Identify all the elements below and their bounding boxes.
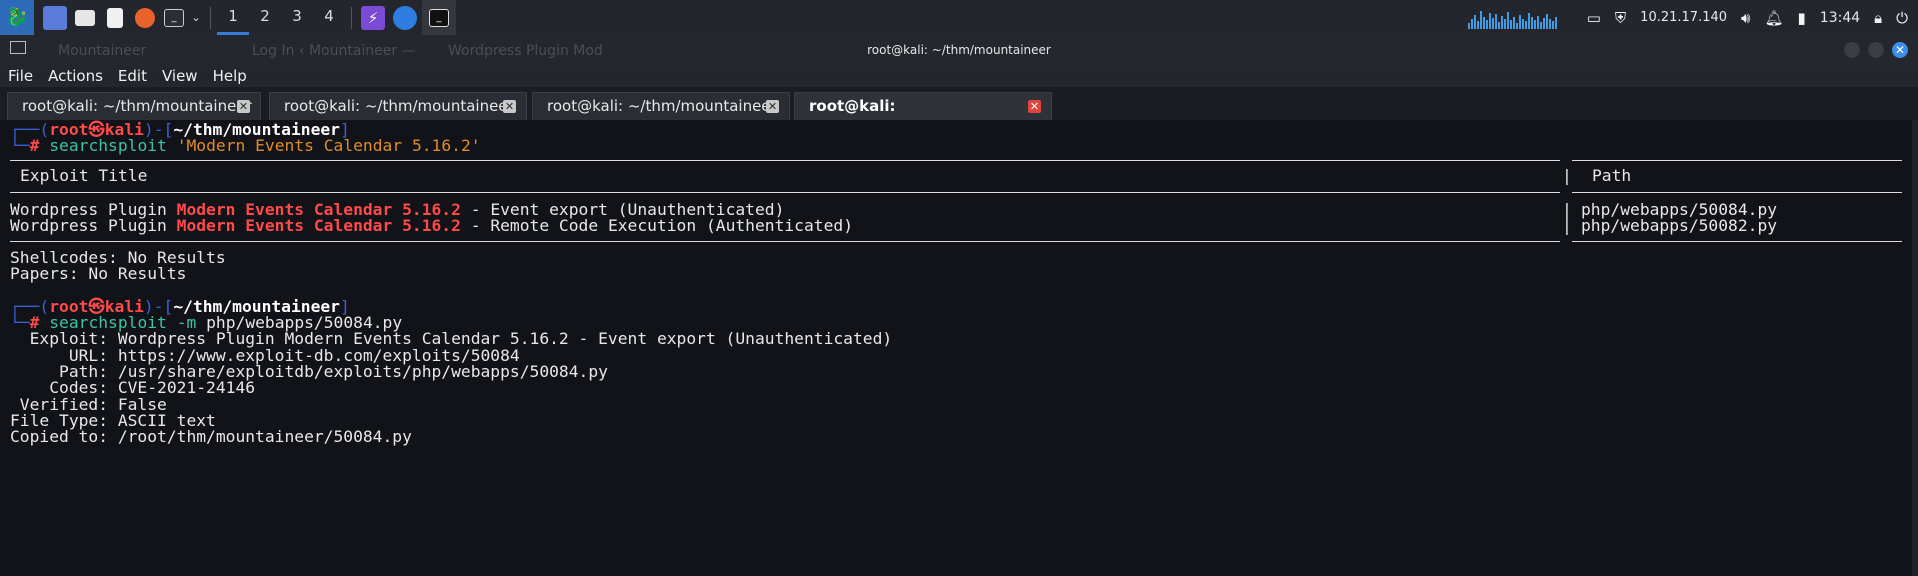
burpsuite-icon[interactable]: ⚡	[358, 0, 388, 35]
chromium-icon[interactable]	[388, 0, 422, 35]
terminal-scrollbar[interactable]	[1912, 120, 1918, 576]
tab-label: root@kali: ~/thm/mountaineer	[284, 97, 514, 115]
menu-actions[interactable]: Actions	[40, 67, 110, 85]
terminal-icon[interactable]: _	[160, 0, 188, 35]
volume-icon[interactable]: 🔊︎	[1741, 9, 1750, 27]
terminal-tab-2[interactable]: root@kali: ~/thm/mountaineer ✕	[269, 92, 527, 120]
column-separator: |	[1562, 166, 1572, 185]
lock-icon[interactable]: 🔒︎	[1874, 9, 1882, 27]
menu-bar: File Actions Edit View Help	[0, 65, 1918, 87]
window-titlebar[interactable]: Mountaineer Log In ‹ Mountaineer — Wordp…	[0, 35, 1918, 65]
tab-label: root@kali: ~/thm/mountaineer	[547, 97, 777, 115]
result-path: php/webapps/50082.py	[1581, 216, 1778, 235]
divider	[1572, 160, 1902, 161]
terminal-output[interactable]: ┌──(root㉿kali)-[~/thm/mountaineer] └─# s…	[0, 120, 1912, 576]
menu-edit[interactable]: Edit	[110, 67, 154, 85]
divider	[10, 241, 1560, 242]
terminal-tab-3[interactable]: root@kali: ~/thm/mountaineer ✕	[532, 92, 790, 120]
show-desktop-icon[interactable]	[40, 0, 70, 35]
divider	[1572, 241, 1902, 242]
firefox-icon[interactable]	[130, 0, 160, 35]
chevron-down-icon[interactable]: ⌄	[188, 0, 204, 35]
column-header-title: Exploit Title	[20, 166, 148, 185]
ip-address: 10.21.17.140	[1640, 10, 1728, 25]
power-icon[interactable]: ⏻	[1896, 9, 1908, 27]
column-separator: |	[1562, 216, 1572, 235]
display-icon[interactable]: ▭	[1587, 9, 1601, 27]
workspace-1[interactable]: 1	[217, 0, 249, 35]
workspace-2[interactable]: 2	[249, 0, 281, 35]
minimize-button[interactable]	[1844, 42, 1860, 58]
terminal-window-icon[interactable]: _	[422, 0, 456, 35]
top-panel: 🐉 _ ⌄ 1 2 3 4 ⚡ _ ▭ ⛨ 10.21.17.140 🔊︎ 🔔︎…	[0, 0, 1918, 35]
tab-close-icon[interactable]: ✕	[766, 100, 779, 113]
terminal-tab-1[interactable]: root@kali: ~/thm/mountaineer ✕	[7, 92, 261, 120]
result-row: Wordpress Plugin Modern Events Calendar …	[10, 216, 853, 235]
divider	[1572, 192, 1902, 193]
terminal-tab-4[interactable]: root@kali: ~/thm/mountaineer✕	[794, 92, 1052, 142]
menu-file[interactable]: File	[0, 67, 40, 85]
maximize-button[interactable]	[1868, 42, 1884, 58]
file-manager-icon[interactable]	[70, 0, 100, 35]
detail-line: Copied to: /root/thm/mountaineer/50084.p…	[10, 427, 412, 446]
text-editor-icon[interactable]	[100, 0, 130, 35]
notification-icon[interactable]: 🔔︎	[1764, 9, 1783, 27]
kali-menu-icon[interactable]: 🐉	[0, 0, 34, 35]
menu-view[interactable]: View	[154, 67, 205, 85]
divider	[10, 192, 1560, 193]
close-button[interactable]: ✕	[1892, 42, 1908, 58]
command-line: └─# searchsploit 'Modern Events Calendar…	[10, 136, 481, 155]
tab-close-icon[interactable]: ✕	[237, 100, 250, 113]
tab-bar: root@kali: ~/thm/mountaineer ✕ root@kali:…	[0, 87, 1918, 142]
network-graph	[1467, 7, 1557, 29]
battery-icon[interactable]: ▮	[1798, 9, 1806, 27]
vpn-icon[interactable]: ⛨	[1615, 9, 1626, 27]
workspace-3[interactable]: 3	[281, 0, 313, 35]
papers-line: Papers: No Results	[10, 264, 187, 283]
tab-close-icon[interactable]: ✕	[1028, 100, 1041, 113]
tab-label: root@kali: ~/thm/mountaineer	[22, 97, 252, 115]
workspace-4[interactable]: 4	[313, 0, 345, 35]
system-tray: ▭ ⛨ 10.21.17.140 🔊︎ 🔔︎ ▮ 13:44 🔒︎ ⏻	[1467, 0, 1918, 35]
tab-close-icon[interactable]: ✕	[503, 100, 516, 113]
menu-help[interactable]: Help	[205, 67, 254, 85]
divider	[10, 160, 1560, 161]
column-header-path: Path	[1592, 166, 1632, 185]
clock[interactable]: 13:44	[1820, 10, 1860, 26]
window-title: root@kali: ~/thm/mountaineer	[867, 43, 1051, 57]
